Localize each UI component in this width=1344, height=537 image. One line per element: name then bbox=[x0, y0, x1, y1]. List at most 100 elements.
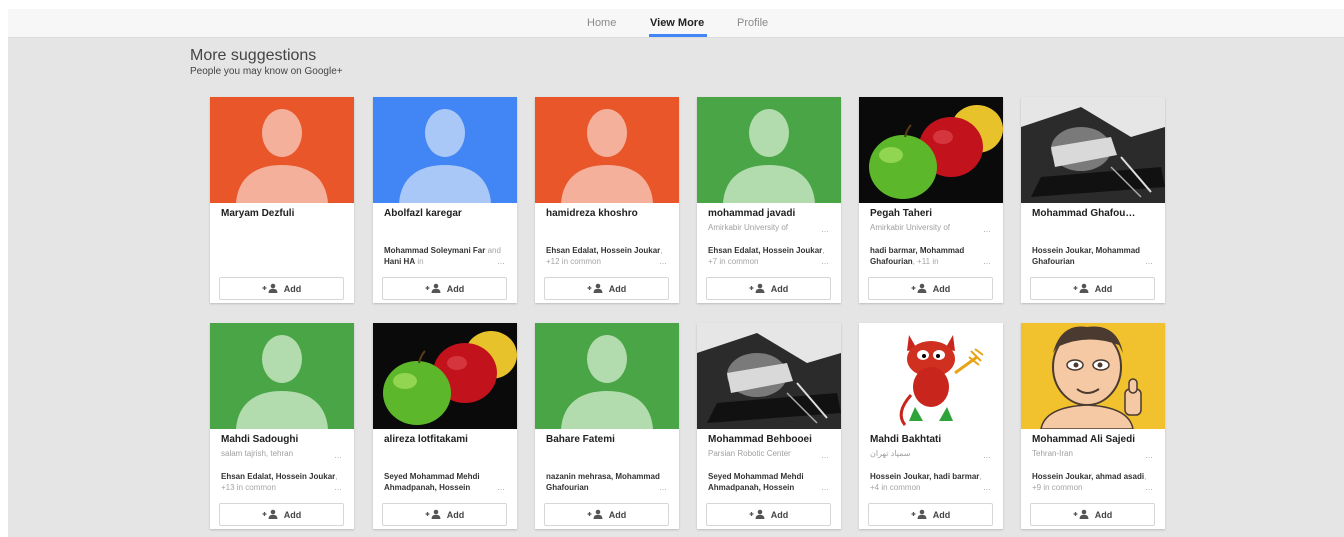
suggestion-card[interactable]: Pegah Taheri Amirkabir University of … hadi… bbox=[859, 97, 1003, 303]
add-button[interactable]: Add bbox=[1030, 277, 1155, 300]
person-detail: Tehran-Iran bbox=[1032, 449, 1073, 458]
profile-photo[interactable] bbox=[1021, 323, 1165, 429]
tab-home[interactable]: Home bbox=[587, 17, 616, 29]
suggestion-card[interactable]: Mohammad Behbooei Parsian Robotic Center …… bbox=[697, 323, 841, 529]
add-person-icon bbox=[1073, 506, 1090, 524]
profile-photo[interactable] bbox=[859, 97, 1003, 203]
add-button-label: Add bbox=[1094, 283, 1113, 294]
mutual-connections: Ehsan Edalat, Hossein Joukar, +12 in com… bbox=[546, 246, 663, 266]
add-person-icon bbox=[587, 506, 604, 524]
more-ellipsis: … bbox=[1145, 451, 1153, 460]
top-nav: Home View More Profile bbox=[8, 9, 1344, 38]
suggestion-card[interactable]: Mahdi Bakhtati سمپاد تهران … Hossein Joukar… bbox=[859, 323, 1003, 529]
person-name[interactable]: Mohammad Behbooei bbox=[708, 434, 836, 445]
suggestion-card[interactable]: alireza lotfitakami Seyed Mohammad Mehdi … bbox=[373, 323, 517, 529]
add-button[interactable]: Add bbox=[382, 277, 507, 300]
person-name[interactable]: Pegah Taheri bbox=[870, 208, 998, 219]
person-detail: سمپاد تهران bbox=[870, 449, 911, 458]
add-person-icon bbox=[587, 280, 604, 298]
add-button[interactable]: Add bbox=[706, 277, 831, 300]
mutual-connections: Hossein Joukar, Mohammad Ghafourian bbox=[1032, 246, 1141, 266]
add-person-icon bbox=[1073, 280, 1090, 298]
person-detail: Parsian Robotic Center bbox=[708, 449, 791, 458]
add-button[interactable]: Add bbox=[219, 503, 344, 526]
profile-photo[interactable] bbox=[210, 97, 354, 203]
mutual-connections: Mohammad Soleymani Far and Hani HA in bbox=[384, 246, 501, 266]
add-button-label: Add bbox=[283, 509, 302, 520]
profile-photo[interactable] bbox=[210, 323, 354, 429]
person-name[interactable]: mohammad javadi bbox=[708, 208, 836, 219]
profile-photo[interactable] bbox=[697, 97, 841, 203]
section-title: More suggestions bbox=[190, 47, 317, 64]
add-person-icon bbox=[749, 506, 766, 524]
mutual-connections: nazanin mehrasa, Mohammad Ghafourian bbox=[546, 472, 660, 492]
person-name[interactable]: Mohammad Ali Sajedi bbox=[1032, 434, 1160, 445]
active-tab-indicator bbox=[649, 34, 707, 37]
add-button-label: Add bbox=[446, 283, 465, 294]
person-name[interactable]: Mahdi Sadoughi bbox=[221, 434, 349, 445]
more-ellipsis: … bbox=[659, 483, 667, 492]
add-person-icon bbox=[911, 506, 928, 524]
more-ellipsis: … bbox=[983, 225, 991, 234]
add-button-label: Add bbox=[932, 283, 951, 294]
mutual-connections: Hossein Joukar, hadi barmar, +4 in commo… bbox=[870, 472, 982, 492]
more-ellipsis: … bbox=[821, 451, 829, 460]
profile-photo[interactable] bbox=[1021, 97, 1165, 203]
section-subtitle: People you may know on Google+ bbox=[190, 66, 343, 77]
person-name[interactable]: Maryam Dezfuli bbox=[221, 208, 349, 219]
more-ellipsis: … bbox=[821, 225, 829, 234]
profile-photo[interactable] bbox=[373, 97, 517, 203]
person-detail: Amirkabir University of bbox=[708, 223, 789, 232]
suggestion-card[interactable]: hamidreza khoshro Ehsan Edalat, Hossein J… bbox=[535, 97, 679, 303]
more-ellipsis: … bbox=[497, 483, 505, 492]
add-button[interactable]: Add bbox=[544, 277, 669, 300]
add-button[interactable]: Add bbox=[219, 277, 344, 300]
add-person-icon bbox=[425, 280, 442, 298]
add-button-label: Add bbox=[283, 283, 302, 294]
suggestion-card[interactable]: Abolfazl karegar Mohammad Soleymani Far a… bbox=[373, 97, 517, 303]
add-button[interactable]: Add bbox=[706, 503, 831, 526]
person-name[interactable]: hamidreza khoshro bbox=[546, 208, 674, 219]
mutual-connections: Seyed Mohammad Mehdi Ahmadpanah, Hossein bbox=[384, 472, 480, 492]
suggestion-card[interactable]: Mahdi Sadoughi salam tajrish, tehran … Ehsa… bbox=[210, 323, 354, 529]
add-button-label: Add bbox=[1094, 509, 1113, 520]
add-button[interactable]: Add bbox=[1030, 503, 1155, 526]
more-ellipsis: … bbox=[983, 451, 991, 460]
suggestion-card[interactable]: Mohammad Ghafou… Hossein Joukar, Mohammad… bbox=[1021, 97, 1165, 303]
more-ellipsis: … bbox=[334, 483, 342, 492]
profile-photo[interactable] bbox=[535, 323, 679, 429]
more-ellipsis: … bbox=[821, 257, 829, 266]
mutual-connections: hadi barmar, Mohammad Ghafourian, +11 in bbox=[870, 246, 965, 266]
suggestion-card[interactable]: Mohammad Ali Sajedi Tehran-Iran… Hossein J… bbox=[1021, 323, 1165, 529]
tab-profile[interactable]: Profile bbox=[737, 17, 768, 29]
tab-view-more[interactable]: View More bbox=[650, 17, 704, 29]
suggestion-card[interactable]: Bahare Fatemi nazanin mehrasa, Mohammad G… bbox=[535, 323, 679, 529]
add-button-label: Add bbox=[770, 283, 789, 294]
more-ellipsis: … bbox=[983, 257, 991, 266]
mutual-connections: Hossein Joukar, ahmad asadi, +9 in commo… bbox=[1032, 472, 1147, 492]
add-button-label: Add bbox=[932, 509, 951, 520]
add-button[interactable]: Add bbox=[382, 503, 507, 526]
suggestion-card[interactable]: Maryam Dezfuli Add bbox=[210, 97, 354, 303]
add-button[interactable]: Add bbox=[868, 503, 993, 526]
profile-photo[interactable] bbox=[373, 323, 517, 429]
add-button[interactable]: Add bbox=[544, 503, 669, 526]
more-ellipsis: … bbox=[821, 483, 829, 492]
add-button[interactable]: Add bbox=[868, 277, 993, 300]
person-name[interactable]: alireza lotfitakami bbox=[384, 434, 512, 445]
more-ellipsis: … bbox=[659, 257, 667, 266]
profile-photo[interactable] bbox=[697, 323, 841, 429]
profile-photo[interactable] bbox=[535, 97, 679, 203]
person-name[interactable]: Mohammad Ghafou… bbox=[1032, 208, 1160, 219]
mutual-connections: Ehsan Edalat, Hossein Joukar, +13 in com… bbox=[221, 472, 338, 492]
person-name[interactable]: Mahdi Bakhtati bbox=[870, 434, 998, 445]
person-name[interactable]: Abolfazl karegar bbox=[384, 208, 512, 219]
add-button-label: Add bbox=[608, 283, 627, 294]
person-detail: salam tajrish, tehran bbox=[221, 449, 294, 458]
more-ellipsis: … bbox=[1145, 483, 1153, 492]
add-person-icon bbox=[262, 506, 279, 524]
suggestion-card[interactable]: mohammad javadi Amirkabir University of… E… bbox=[697, 97, 841, 303]
person-name[interactable]: Bahare Fatemi bbox=[546, 434, 674, 445]
more-ellipsis: … bbox=[1145, 257, 1153, 266]
profile-photo[interactable] bbox=[859, 323, 1003, 429]
